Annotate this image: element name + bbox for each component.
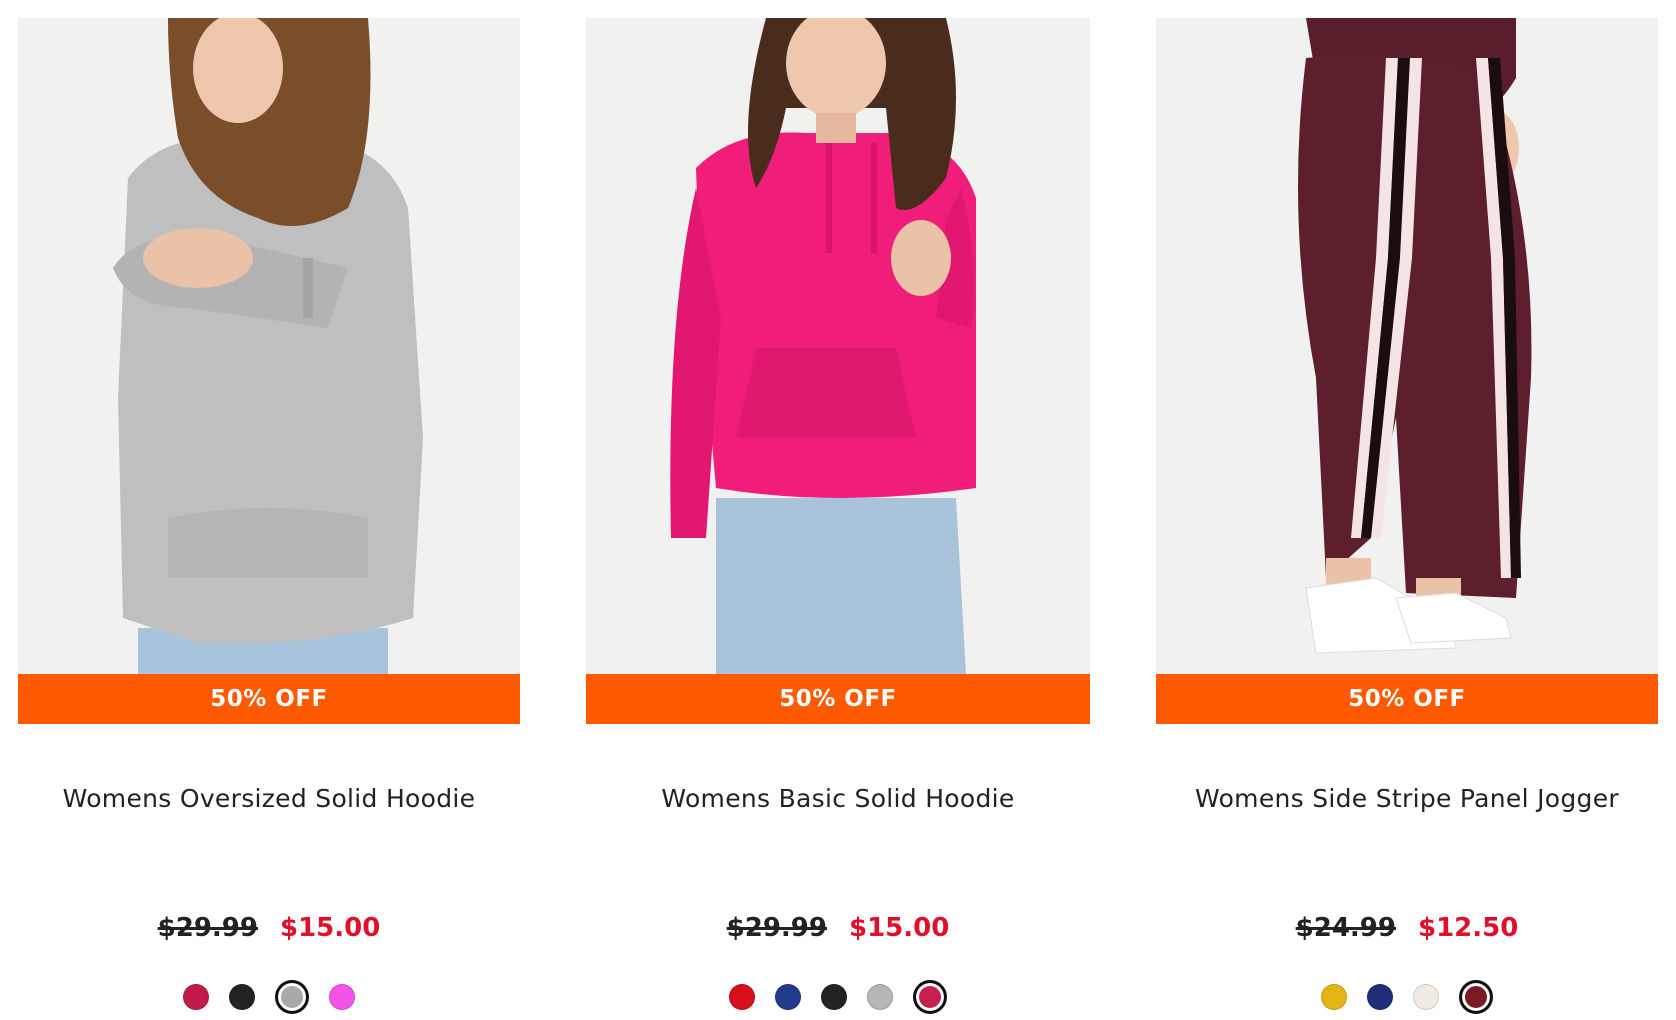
color-swatch-berry[interactable]	[183, 984, 209, 1010]
sale-price: $15.00	[280, 913, 381, 943]
discount-badge: 50% OFF	[586, 674, 1090, 724]
color-swatch-black[interactable]	[821, 984, 847, 1010]
product-title[interactable]: Womens Oversized Solid Hoodie	[18, 784, 520, 813]
sale-price: $12.50	[1418, 913, 1519, 943]
model-photo	[1156, 18, 1658, 674]
color-swatch-black[interactable]	[229, 984, 255, 1010]
product-image-stripe-jogger[interactable]	[1156, 18, 1658, 674]
color-swatch-burgundy[interactable]	[1459, 980, 1493, 1014]
product-grid: 50% OFF Womens Oversized Solid Hoodie $2…	[0, 0, 1676, 1020]
color-swatch-red[interactable]	[729, 984, 755, 1010]
model-photo	[18, 18, 520, 674]
discount-badge: 50% OFF	[18, 674, 520, 724]
original-price: $24.99	[1295, 913, 1396, 943]
color-swatch-cream[interactable]	[1413, 984, 1439, 1010]
discount-badge: 50% OFF	[1156, 674, 1658, 724]
product-card: 50% OFF Womens Oversized Solid Hoodie $2…	[18, 18, 520, 1014]
product-card: 50% OFF Womens Basic Solid Hoodie $29.99…	[586, 18, 1090, 1014]
price-group: $29.99 $15.00	[586, 913, 1090, 943]
product-card: 50% OFF Womens Side Stripe Panel Jogger …	[1156, 18, 1658, 1014]
color-swatches	[18, 980, 520, 1014]
color-swatch-mustard[interactable]	[1321, 984, 1347, 1010]
model-photo	[586, 18, 1090, 674]
color-swatch-pink[interactable]	[329, 984, 355, 1010]
color-swatch-grey[interactable]	[867, 984, 893, 1010]
color-swatches	[1156, 980, 1658, 1014]
sale-price: $15.00	[849, 913, 950, 943]
price-group: $24.99 $12.50	[1156, 913, 1658, 943]
original-price: $29.99	[726, 913, 827, 943]
product-title[interactable]: Womens Side Stripe Panel Jogger	[1156, 784, 1658, 813]
color-swatch-heather-grey[interactable]	[275, 980, 309, 1014]
price-group: $29.99 $15.00	[18, 913, 520, 943]
color-swatch-fuchsia[interactable]	[913, 980, 947, 1014]
product-image-oversized-hoodie[interactable]	[18, 18, 520, 674]
color-swatch-navy[interactable]	[1367, 984, 1393, 1010]
color-swatches	[586, 980, 1090, 1014]
product-title[interactable]: Womens Basic Solid Hoodie	[586, 784, 1090, 813]
original-price: $29.99	[157, 913, 258, 943]
product-image-basic-hoodie[interactable]	[586, 18, 1090, 674]
color-swatch-navy[interactable]	[775, 984, 801, 1010]
